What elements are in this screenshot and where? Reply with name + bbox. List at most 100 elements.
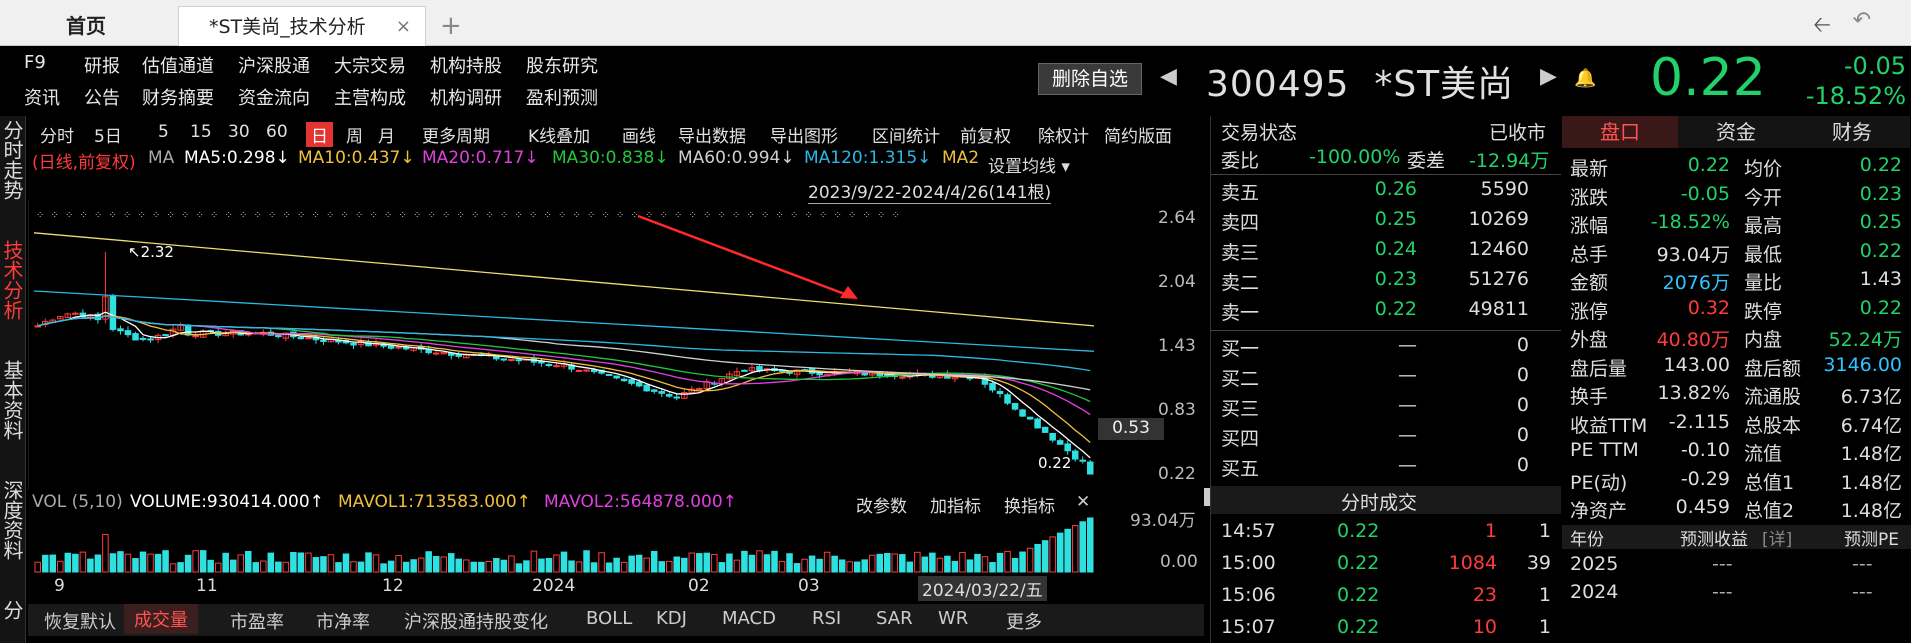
candle [741, 369, 748, 372]
toolbar-item[interactable]: 更多周期 [422, 122, 490, 147]
close-indicator-icon[interactable]: ✕ [1076, 492, 1090, 512]
add-indicator-button[interactable]: 加指标 [930, 492, 981, 517]
toolbar-item[interactable]: 周 [346, 122, 363, 147]
event-marker: ⁘ [80, 210, 88, 221]
volume-bar [996, 552, 1004, 573]
candle [132, 333, 139, 341]
menu-item[interactable]: 股东研究 [526, 52, 598, 78]
close-icon[interactable]: × [396, 7, 411, 47]
new-tab-icon[interactable]: + [440, 6, 462, 46]
candle [996, 390, 1004, 395]
forecast-detail-link[interactable]: [详] [1762, 525, 1792, 550]
quote-value: -18.52% [1650, 211, 1730, 233]
volume-bar [297, 552, 305, 573]
toolbar-item[interactable]: 日 [306, 122, 333, 147]
toolbar-item[interactable]: 画线 [622, 122, 656, 147]
menu-item[interactable]: 估值通道 [142, 52, 214, 78]
toolbar-item[interactable]: 简约版面 [1104, 122, 1172, 147]
quote-value: 0.32 [1687, 296, 1730, 319]
menu-item[interactable]: 资讯 [24, 84, 60, 110]
toolbar-item[interactable]: K线叠加 [528, 122, 590, 147]
toolbar-item[interactable]: 5 [158, 122, 169, 142]
candle [1079, 459, 1086, 462]
volume-bar [72, 553, 79, 573]
toolbar-item[interactable]: 月 [378, 122, 395, 147]
ma-line-250 [33, 290, 1095, 352]
candle [1071, 450, 1079, 460]
indicator-tab[interactable]: RSI [812, 608, 841, 629]
quote-tab[interactable]: 财务 [1794, 116, 1910, 148]
toolbar-item[interactable]: 导出数据 [678, 122, 746, 147]
volume-bar [665, 560, 673, 573]
event-marker: ⁘ [558, 210, 566, 221]
tab-home[interactable]: 首页 [66, 6, 106, 46]
indicator-tab[interactable]: 更多 [1006, 608, 1042, 634]
toolbar-item[interactable]: 导出图形 [770, 122, 838, 147]
nav-deep-info[interactable]: 深度资料 [0, 480, 26, 560]
menu-item[interactable]: 盈利预测 [526, 84, 598, 110]
volume-bar [568, 560, 575, 573]
indicator-tab[interactable]: 沪深股通持股变化 [404, 608, 548, 634]
menu-item[interactable]: 沪深股通 [238, 52, 310, 78]
toolbar-item[interactable]: 区间统计 [872, 122, 940, 147]
edit-params-button[interactable]: 改参数 [856, 492, 907, 517]
bell-icon[interactable]: 🔔 [1574, 68, 1596, 89]
indicator-tab[interactable]: 市净率 [316, 608, 370, 634]
menu-item[interactable]: 大宗交易 [334, 52, 406, 78]
ob-price: — [1398, 424, 1417, 446]
toolbar-item[interactable]: 除权计 [1038, 122, 1089, 147]
ob-volume: 0 [1516, 364, 1529, 386]
toolbar-item[interactable]: 5日 [94, 122, 122, 147]
volume-bar [177, 562, 184, 573]
menu-item[interactable]: 机构调研 [430, 84, 502, 110]
remove-favorite-button[interactable]: 删除自选 [1038, 63, 1142, 95]
indicator-tab[interactable]: 恢复默认 [44, 608, 116, 634]
toolbar-item[interactable]: 15 [190, 122, 212, 142]
indicator-tab[interactable]: KDJ [656, 608, 687, 629]
nav-technical[interactable]: 技术分析 [0, 240, 26, 320]
nav-basic-info[interactable]: 基本资料 [0, 360, 26, 440]
tick-count: 1 [1538, 584, 1551, 606]
quote-value: 143.00 [1663, 353, 1730, 376]
menu-item[interactable]: 研报 [84, 52, 120, 78]
toolbar-item[interactable]: 前复权 [960, 122, 1011, 147]
next-stock-icon[interactable]: ▶ [1540, 64, 1557, 89]
toolbar-item[interactable]: 分时 [40, 122, 74, 147]
indicator-tab[interactable]: MACD [722, 608, 776, 629]
quote-tab[interactable]: 盘口 [1562, 116, 1678, 148]
event-marker: ⁘ [660, 210, 668, 221]
menu-item[interactable]: 财务摘要 [142, 84, 214, 110]
panel-splitter[interactable] [1204, 488, 1210, 506]
indicator-tab[interactable]: 成交量 [124, 604, 198, 634]
switch-indicator-button[interactable]: 换指标 [1004, 492, 1055, 517]
toolbar-item[interactable]: 30 [228, 122, 250, 142]
volume-chart[interactable] [28, 516, 1204, 574]
menu-item[interactable]: F9 [24, 52, 46, 73]
indicator-tab[interactable]: SAR [876, 608, 913, 629]
quote-label: 内盘 [1744, 329, 1783, 351]
wc-label: 委差 [1407, 150, 1446, 172]
nav-timeshare[interactable]: 分时走势 [0, 120, 26, 200]
event-marker: ⁘ [442, 210, 450, 221]
menu-item[interactable]: 主营构成 [334, 84, 406, 110]
menu-item[interactable]: 公告 [84, 84, 120, 110]
back-arrow-icon[interactable]: 🡠 [1813, 8, 1831, 46]
event-marker: ⁘ [225, 210, 233, 221]
quote-tab[interactable]: 资金 [1678, 116, 1794, 148]
menu-item[interactable]: 机构持股 [430, 52, 502, 78]
tab-technical-analysis[interactable]: *ST美尚_技术分析 × [178, 6, 426, 46]
set-ma-button[interactable]: 设置均线 ▾ [988, 152, 1070, 177]
indicator-tab[interactable]: 市盈率 [230, 608, 284, 634]
indicator-tab[interactable]: BOLL [586, 608, 632, 629]
volume-bar [575, 561, 583, 573]
toolbar-item[interactable]: 60 [266, 122, 288, 142]
kline-chart[interactable]: ⁘ ⁘ ⁘ ⁘ ⁘ ⁘ ⁘ ⁘ ⁘ ⁘ ⁘ ⁘ ⁘ ⁘ ⁘ ⁘ ⁘ ⁘ ⁘ ⁘ ⁘ ⁘ ⁘ ⁘ ⁘ ⁘ ⁘ ⁘ ⁘ ⁘ ⁘ ⁘ ⁘ ⁘ ⁘ ⁘ ⁘ ⁘ ⁘ ⁘… [28, 200, 1204, 490]
menu-item[interactable]: 资金流向 [238, 84, 310, 110]
indicator-tab[interactable]: WR [938, 608, 968, 629]
quote-label: 总股本 [1744, 414, 1802, 437]
nav-more[interactable]: 分 [0, 600, 26, 620]
undo-icon[interactable]: ↶ [1853, 8, 1871, 33]
quote-value: 93.04万 [1656, 243, 1730, 266]
prev-stock-icon[interactable]: ◀ [1160, 64, 1177, 89]
volume-bar [350, 561, 357, 573]
